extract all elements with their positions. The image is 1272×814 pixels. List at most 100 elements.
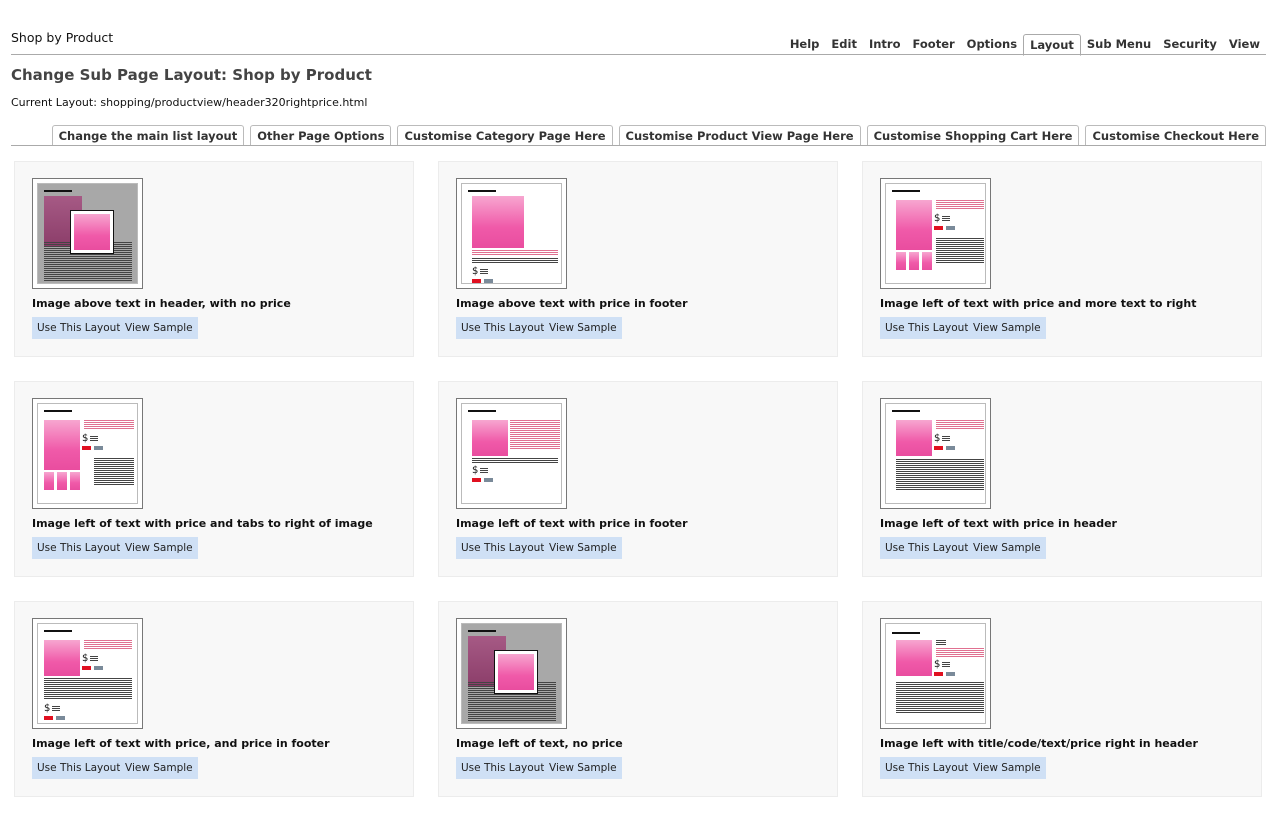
layout-thumbnail[interactable]: $ (456, 178, 567, 289)
tab-customise-shopping-cart[interactable]: Customise Shopping Cart Here (866, 125, 1080, 146)
text-line (44, 280, 132, 281)
view-sample-button[interactable]: View Sample (968, 317, 1046, 339)
use-this-layout-button[interactable]: Use This Layout (880, 317, 974, 339)
layout-thumbnail[interactable] (32, 178, 143, 289)
tab-help[interactable]: Help (784, 34, 826, 54)
tab-other-page-options[interactable]: Other Page Options (250, 125, 392, 146)
layout-thumbnail[interactable]: $ (880, 398, 991, 509)
tab-change-main-list-layout[interactable]: Change the main list layout (51, 125, 245, 146)
title-bar (892, 190, 920, 192)
text-line (468, 712, 556, 713)
view-sample-button[interactable]: View Sample (544, 757, 622, 779)
text-line (44, 698, 132, 699)
text-line (936, 262, 984, 263)
pink-line (84, 426, 134, 427)
tab-intro[interactable]: Intro (863, 34, 907, 54)
text-line (94, 472, 134, 473)
price-line (90, 658, 98, 659)
tab-view[interactable]: View (1223, 34, 1266, 54)
pink-line (936, 200, 984, 201)
price-line (90, 438, 98, 439)
title-bar (44, 410, 72, 412)
view-sample-button[interactable]: View Sample (544, 537, 622, 559)
top-tab-bar: Help Edit Intro Footer Options Layout Su… (784, 34, 1266, 56)
layout-card: $ Image above text with price in footer … (438, 161, 838, 357)
use-this-layout-button[interactable]: Use This Layout (880, 537, 974, 559)
use-this-layout-button[interactable]: Use This Layout (456, 537, 550, 559)
add-to-cart-mark (44, 716, 53, 720)
add-to-cart-mark (934, 446, 943, 450)
text-line (896, 684, 984, 685)
view-sample-button[interactable]: View Sample (120, 537, 198, 559)
layout-label: Image left of text with price in footer (456, 517, 688, 530)
price-line (480, 271, 488, 272)
text-line (44, 256, 132, 257)
text-line (896, 698, 984, 699)
layout-thumbnail[interactable]: $ (880, 178, 991, 289)
text-line (94, 468, 134, 469)
use-this-layout-button[interactable]: Use This Layout (880, 757, 974, 779)
text-line (936, 246, 984, 247)
view-sample-button[interactable]: View Sample (968, 537, 1046, 559)
layout-preview: $ (461, 183, 562, 284)
view-sample-button[interactable]: View Sample (120, 757, 198, 779)
price-line (942, 220, 950, 221)
use-this-layout-button[interactable]: Use This Layout (32, 317, 126, 339)
text-line (936, 244, 984, 245)
pink-line (510, 434, 560, 435)
add-to-cart-mark (934, 226, 943, 230)
use-this-layout-button[interactable]: Use This Layout (32, 537, 126, 559)
pink-line (936, 422, 984, 423)
tab-customise-category-page[interactable]: Customise Category Page Here (397, 125, 613, 146)
pink-line (472, 254, 558, 255)
view-sample-button[interactable]: View Sample (544, 317, 622, 339)
tab-layout[interactable]: Layout (1023, 34, 1081, 56)
product-image (44, 420, 80, 470)
pink-line (472, 252, 558, 253)
layout-thumbnail[interactable]: $ (456, 398, 567, 509)
pink-line (936, 424, 984, 425)
tab-footer[interactable]: Footer (907, 34, 961, 54)
text-line (896, 477, 984, 478)
dollar-icon: $ (934, 659, 941, 670)
layout-thumbnail[interactable] (456, 618, 567, 729)
sub-divider (11, 145, 1266, 146)
pink-line (936, 208, 984, 209)
text-line (472, 262, 558, 263)
pink-line (936, 426, 984, 427)
dollar-icon: $ (934, 213, 941, 224)
layout-card: $ $ Image left of text with price, and pr… (14, 601, 414, 797)
layout-thumbnail[interactable]: $ (880, 618, 991, 729)
use-this-layout-button[interactable]: Use This Layout (456, 757, 550, 779)
tab-security[interactable]: Security (1157, 34, 1223, 54)
text-line (44, 696, 132, 697)
text-line (896, 481, 984, 482)
use-this-layout-button[interactable]: Use This Layout (32, 757, 126, 779)
text-line (44, 266, 132, 267)
title-bar (468, 630, 496, 632)
view-sample-button[interactable]: View Sample (120, 317, 198, 339)
layout-label: Image left of text with price, and price… (32, 737, 330, 750)
text-line (936, 248, 984, 249)
pink-line (510, 442, 560, 443)
tab-customise-checkout[interactable]: Customise Checkout Here (1085, 125, 1266, 146)
use-this-layout-button[interactable]: Use This Layout (456, 317, 550, 339)
layout-card: Image left of text, no price Use This La… (438, 601, 838, 797)
text-line (896, 692, 984, 693)
layout-thumbnail[interactable]: $ (32, 398, 143, 509)
tab-customise-product-view-page[interactable]: Customise Product View Page Here (618, 125, 861, 146)
text-line (468, 708, 556, 709)
tab-options[interactable]: Options (961, 34, 1023, 54)
text-line (44, 680, 132, 681)
text-line (94, 480, 134, 481)
view-mark (946, 446, 955, 450)
layout-thumbnail[interactable]: $ $ (32, 618, 143, 729)
text-line (94, 478, 134, 479)
product-image (896, 200, 932, 250)
price-line (480, 269, 488, 270)
tab-sub-menu[interactable]: Sub Menu (1081, 34, 1157, 54)
text-line (468, 714, 556, 715)
text-line (896, 688, 984, 689)
tab-edit[interactable]: Edit (825, 34, 863, 54)
view-sample-button[interactable]: View Sample (968, 757, 1046, 779)
